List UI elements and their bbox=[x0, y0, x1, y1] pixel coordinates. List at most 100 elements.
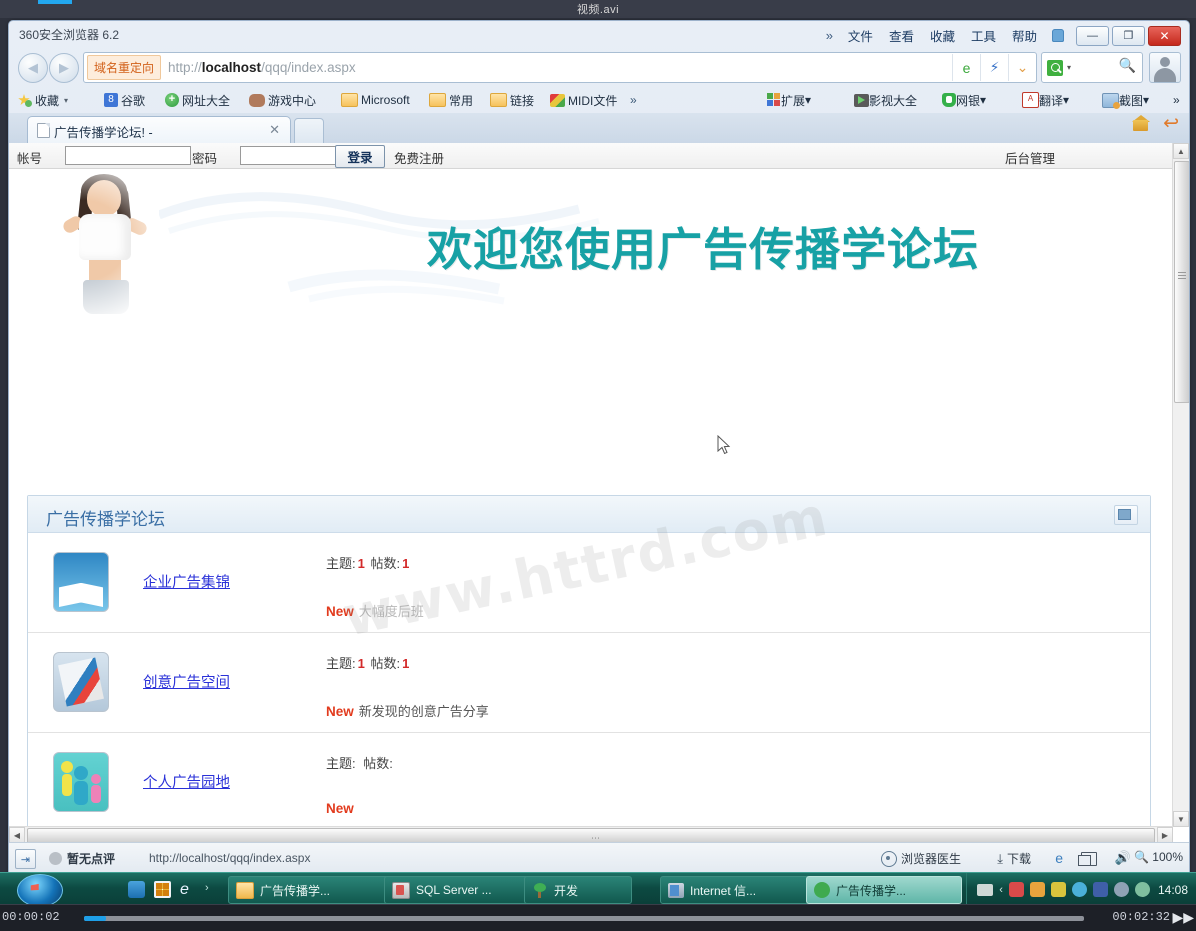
expand-icon[interactable]: ⇥ bbox=[15, 849, 36, 869]
home-icon[interactable] bbox=[1132, 115, 1151, 132]
chevron-down-icon[interactable]: ▾ bbox=[980, 93, 986, 107]
bookmark-microsoft[interactable]: Microsoft bbox=[341, 90, 410, 110]
tray-volume-icon[interactable] bbox=[1113, 882, 1129, 897]
bookmark-common[interactable]: 常用 bbox=[429, 90, 473, 110]
forum-row[interactable]: 个人广告园地 主题: 帖数: New bbox=[28, 733, 1150, 827]
quicklaunch-chevron-icon[interactable]: › bbox=[205, 882, 209, 894]
horizontal-scroll-thumb[interactable]: ⋯ bbox=[27, 828, 1155, 843]
scroll-left-button[interactable]: ◀ bbox=[9, 827, 25, 843]
back-button[interactable]: ◀ bbox=[18, 53, 48, 83]
bookmark-extensions[interactable]: 扩展 ▾ bbox=[767, 90, 811, 110]
forum-link[interactable]: 个人广告园地 bbox=[143, 771, 230, 792]
bookmarks-right-overflow-icon[interactable]: » bbox=[1173, 90, 1180, 110]
vertical-scroll-thumb[interactable] bbox=[1174, 161, 1189, 403]
video-seek-bar[interactable] bbox=[84, 916, 1084, 921]
status-url: http://localhost/qqq/index.aspx bbox=[149, 851, 311, 865]
bookmark-web-directory[interactable]: + 网址大全 bbox=[165, 90, 230, 110]
minimize-button[interactable]: — bbox=[1076, 25, 1109, 46]
undo-icon[interactable]: ↩ bbox=[1163, 114, 1179, 133]
tray-icon-5[interactable] bbox=[1092, 882, 1108, 897]
tray-icon-3[interactable] bbox=[1050, 882, 1066, 897]
tray-icon-2[interactable] bbox=[1029, 882, 1045, 897]
quicklaunch-ie-icon[interactable]: e bbox=[180, 881, 197, 898]
forum-link[interactable]: 创意广告空间 bbox=[143, 671, 230, 692]
zoom-control[interactable]: 🔍 100% bbox=[1134, 850, 1183, 864]
taskbar-button-iis[interactable]: Internet 信... bbox=[660, 876, 816, 904]
boost-icon[interactable]: ⚡ bbox=[980, 54, 1008, 81]
taskbar-button-dev[interactable]: 开发 bbox=[524, 876, 632, 904]
bookmark-movies[interactable]: 影视大全 bbox=[854, 90, 917, 110]
latest-post-title[interactable]: 大幅度后班 bbox=[354, 604, 424, 619]
chevron-down-icon[interactable]: ▾ bbox=[1143, 93, 1149, 107]
taskbar-button-browser[interactable]: 广告传播学... bbox=[806, 876, 962, 904]
forum-row[interactable]: 创意广告空间 主题: 1 帖数: 1 New 新发现的创意广告分享 bbox=[28, 633, 1150, 733]
bookmark-screenshot[interactable]: 截图 ▾ bbox=[1102, 90, 1149, 110]
latest-post-title[interactable] bbox=[354, 801, 359, 816]
avatar[interactable] bbox=[1149, 52, 1181, 83]
bookmark-online-bank[interactable]: 网银 ▾ bbox=[942, 90, 986, 110]
window-icon[interactable] bbox=[1078, 852, 1097, 866]
account-input[interactable] bbox=[65, 146, 191, 165]
tray-expand-icon[interactable]: ‹ bbox=[999, 884, 1003, 896]
scroll-right-button[interactable]: ▶ bbox=[1157, 827, 1173, 843]
quicklaunch-icon-1[interactable] bbox=[128, 881, 145, 898]
address-bar[interactable]: 域名重定向 http://localhost/qqq/index.aspx e … bbox=[83, 52, 1037, 83]
close-icon[interactable]: ✕ bbox=[269, 122, 280, 138]
chevron-down-icon[interactable]: ▾ bbox=[1063, 93, 1069, 107]
bookmark-links[interactable]: 链接 bbox=[490, 90, 534, 110]
forum-link[interactable]: 企业广告集锦 bbox=[143, 571, 230, 592]
latest-post-title[interactable]: 新发现的创意广告分享 bbox=[354, 704, 489, 719]
menu-item-view[interactable]: 查看 bbox=[881, 23, 922, 48]
tray-clock[interactable]: 14:08 bbox=[1156, 883, 1192, 897]
start-button[interactable] bbox=[17, 874, 63, 907]
bookmark-game-center[interactable]: 游戏中心 bbox=[249, 90, 316, 110]
taskbar-button-explorer[interactable]: 广告传播学... bbox=[228, 876, 392, 904]
bookmark-google[interactable]: 8 谷歌 bbox=[104, 90, 145, 110]
search-engine-icon[interactable] bbox=[1047, 59, 1063, 76]
register-link[interactable]: 免费注册 bbox=[394, 148, 444, 167]
forward-button[interactable]: ▶ bbox=[49, 53, 79, 83]
menu-item-help[interactable]: 帮助 bbox=[1004, 23, 1045, 48]
password-input[interactable] bbox=[240, 146, 336, 165]
new-tab-button[interactable] bbox=[294, 118, 324, 145]
site-rating[interactable]: 暂无点评 bbox=[67, 850, 115, 867]
scroll-down-button[interactable]: ▼ bbox=[1173, 811, 1189, 827]
search-icon[interactable]: 🔍 bbox=[1119, 57, 1136, 74]
forum-row[interactable]: 企业广告集锦 主题: 1 帖数: 1 New 大幅度后班 bbox=[28, 533, 1150, 633]
download-button[interactable]: ⤓ 下载 bbox=[997, 850, 1031, 867]
chevron-down-icon[interactable]: ▾ bbox=[805, 93, 811, 107]
login-button[interactable]: 登录 bbox=[335, 145, 385, 168]
menu-item-tools[interactable]: 工具 bbox=[963, 23, 1004, 48]
search-box[interactable]: ▾ 🔍 bbox=[1041, 52, 1143, 83]
bookmark-translate[interactable]: A 翻译 ▾ bbox=[1022, 90, 1069, 110]
search-dropdown-icon[interactable]: ▾ bbox=[1067, 63, 1071, 72]
menu-more-icon[interactable]: » bbox=[819, 25, 840, 46]
keyboard-layout-icon[interactable] bbox=[977, 883, 994, 896]
skin-icon[interactable] bbox=[1049, 28, 1067, 44]
bookmarks-overflow-icon[interactable]: » bbox=[630, 90, 637, 110]
close-button[interactable]: ✕ bbox=[1148, 25, 1181, 46]
video-next-icon[interactable]: ▶▶ bbox=[1172, 909, 1194, 926]
bookmark-favorites[interactable]: 收藏 ▾ bbox=[17, 90, 68, 110]
menu-item-favorites[interactable]: 收藏 bbox=[922, 23, 963, 48]
menu-item-file[interactable]: 文件 bbox=[840, 23, 881, 48]
tray-icon-1[interactable] bbox=[1008, 882, 1024, 897]
admin-link[interactable]: 后台管理 bbox=[1005, 148, 1055, 167]
bookmark-midi[interactable]: MIDI文件 bbox=[550, 90, 617, 110]
restore-button[interactable]: ❐ bbox=[1112, 25, 1145, 46]
ie-core-icon[interactable]: e bbox=[1055, 850, 1063, 866]
scroll-up-button[interactable]: ▲ bbox=[1173, 143, 1189, 159]
tray-network-icon[interactable] bbox=[1134, 882, 1150, 897]
browser-doctor-button[interactable]: 浏览器医生 bbox=[880, 850, 961, 867]
horizontal-scrollbar[interactable]: ◀ ⋯ ▶ bbox=[9, 826, 1173, 843]
panel-toggle-icon[interactable] bbox=[1114, 505, 1138, 525]
sound-icon[interactable]: 🔊 bbox=[1115, 850, 1131, 866]
chevron-down-icon[interactable]: ⌄ bbox=[1008, 54, 1036, 81]
tab-forum[interactable]: 广告传播学论坛! - ✕ bbox=[27, 116, 291, 144]
taskbar-button-sql-server[interactable]: SQL Server ... bbox=[384, 876, 532, 904]
tray-icon-4[interactable] bbox=[1071, 882, 1087, 897]
vertical-scrollbar[interactable]: ▲ ▼ bbox=[1172, 143, 1189, 827]
chevron-down-icon[interactable]: ▾ bbox=[59, 96, 68, 105]
ie-mode-icon[interactable]: e bbox=[952, 54, 980, 81]
quicklaunch-show-desktop-icon[interactable] bbox=[154, 881, 171, 898]
